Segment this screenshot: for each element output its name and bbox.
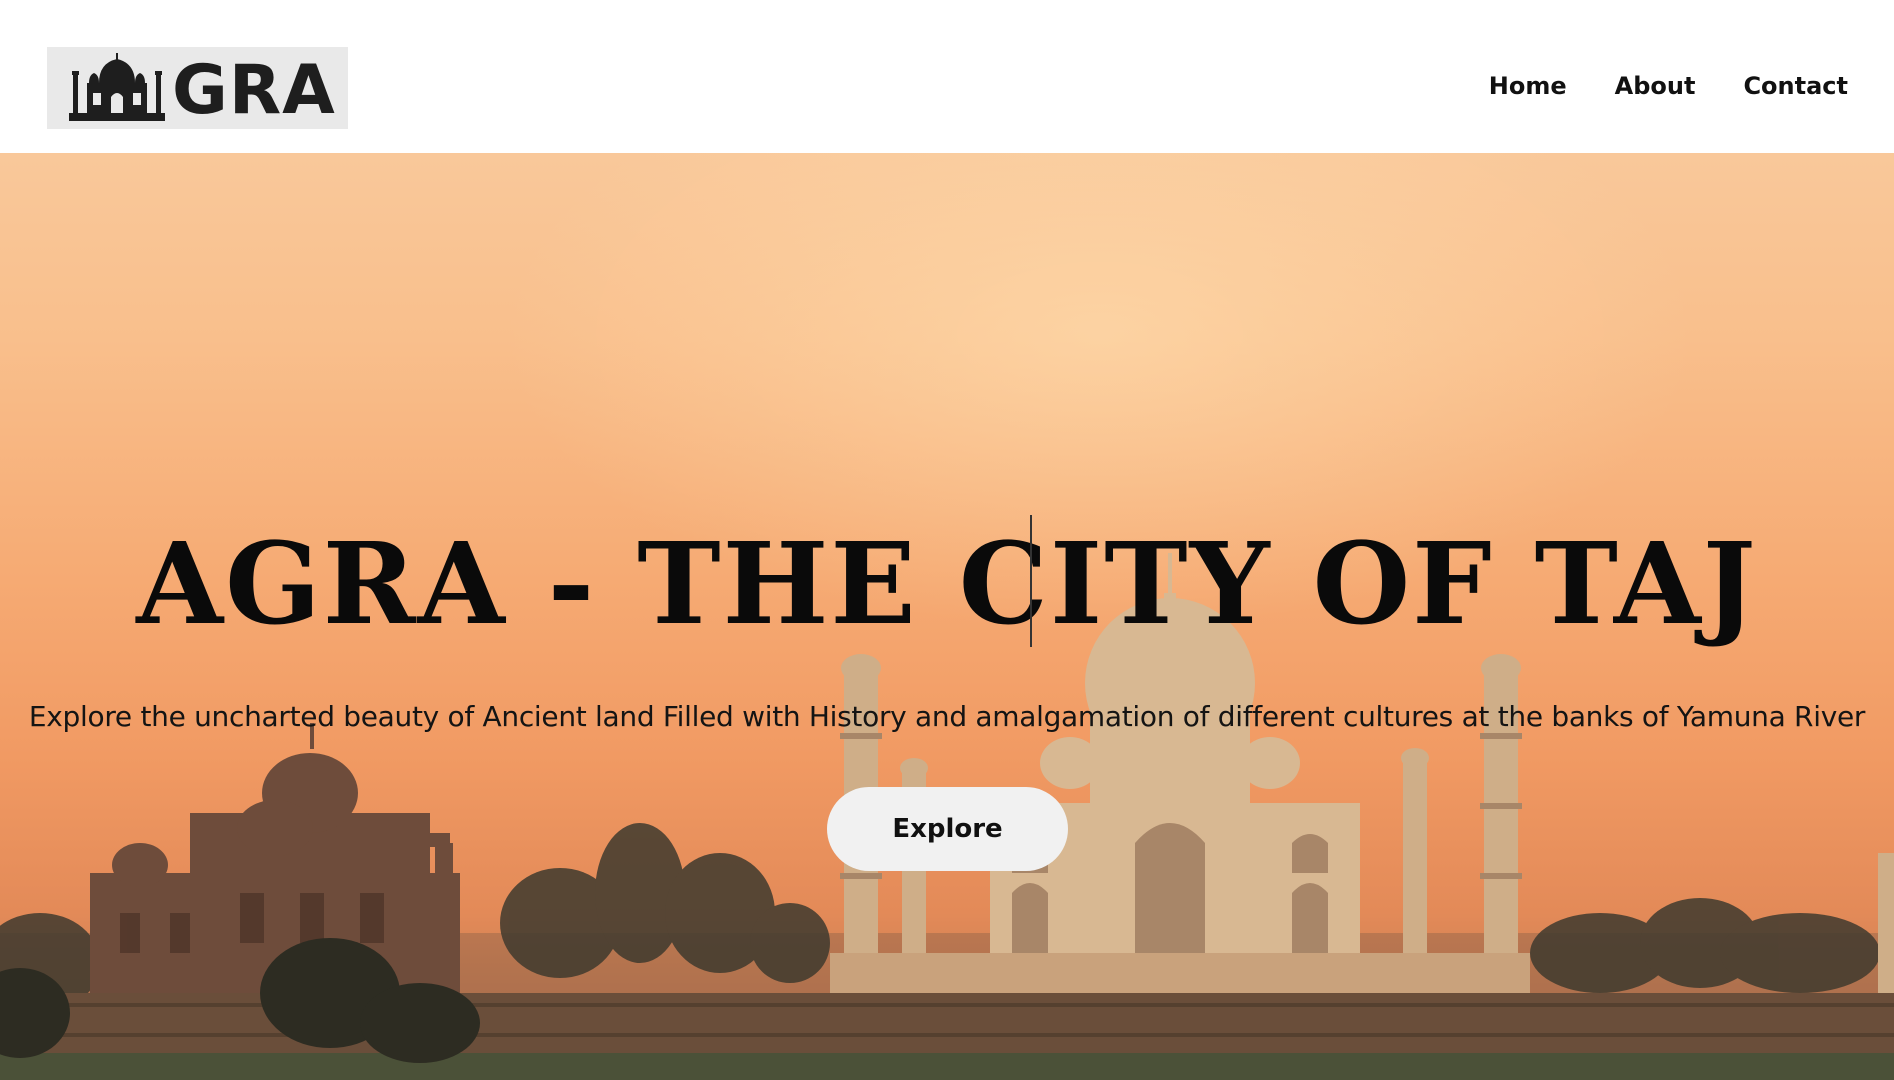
hero-subtitle: Explore the uncharted beauty of Ancient … <box>28 700 1866 733</box>
nav-home-link[interactable]: Home <box>1489 72 1567 106</box>
nav-contact-link[interactable]: Contact <box>1743 72 1848 106</box>
navbar: GRA Home About Contact <box>0 0 1894 153</box>
explore-button[interactable]: Explore <box>827 787 1068 871</box>
text-cursor <box>1030 515 1032 647</box>
hero-section: AGRA - THE CITY OF TAJ Explore the uncha… <box>0 153 1894 1080</box>
nav-about-link[interactable]: About <box>1615 72 1696 106</box>
taj-mahal-icon <box>69 53 165 121</box>
hero-title: AGRA - THE CITY OF TAJ <box>136 519 1758 650</box>
logo-text: GRA <box>172 51 336 130</box>
logo[interactable]: GRA <box>47 47 348 129</box>
main-nav: Home About Contact <box>1489 72 1848 106</box>
